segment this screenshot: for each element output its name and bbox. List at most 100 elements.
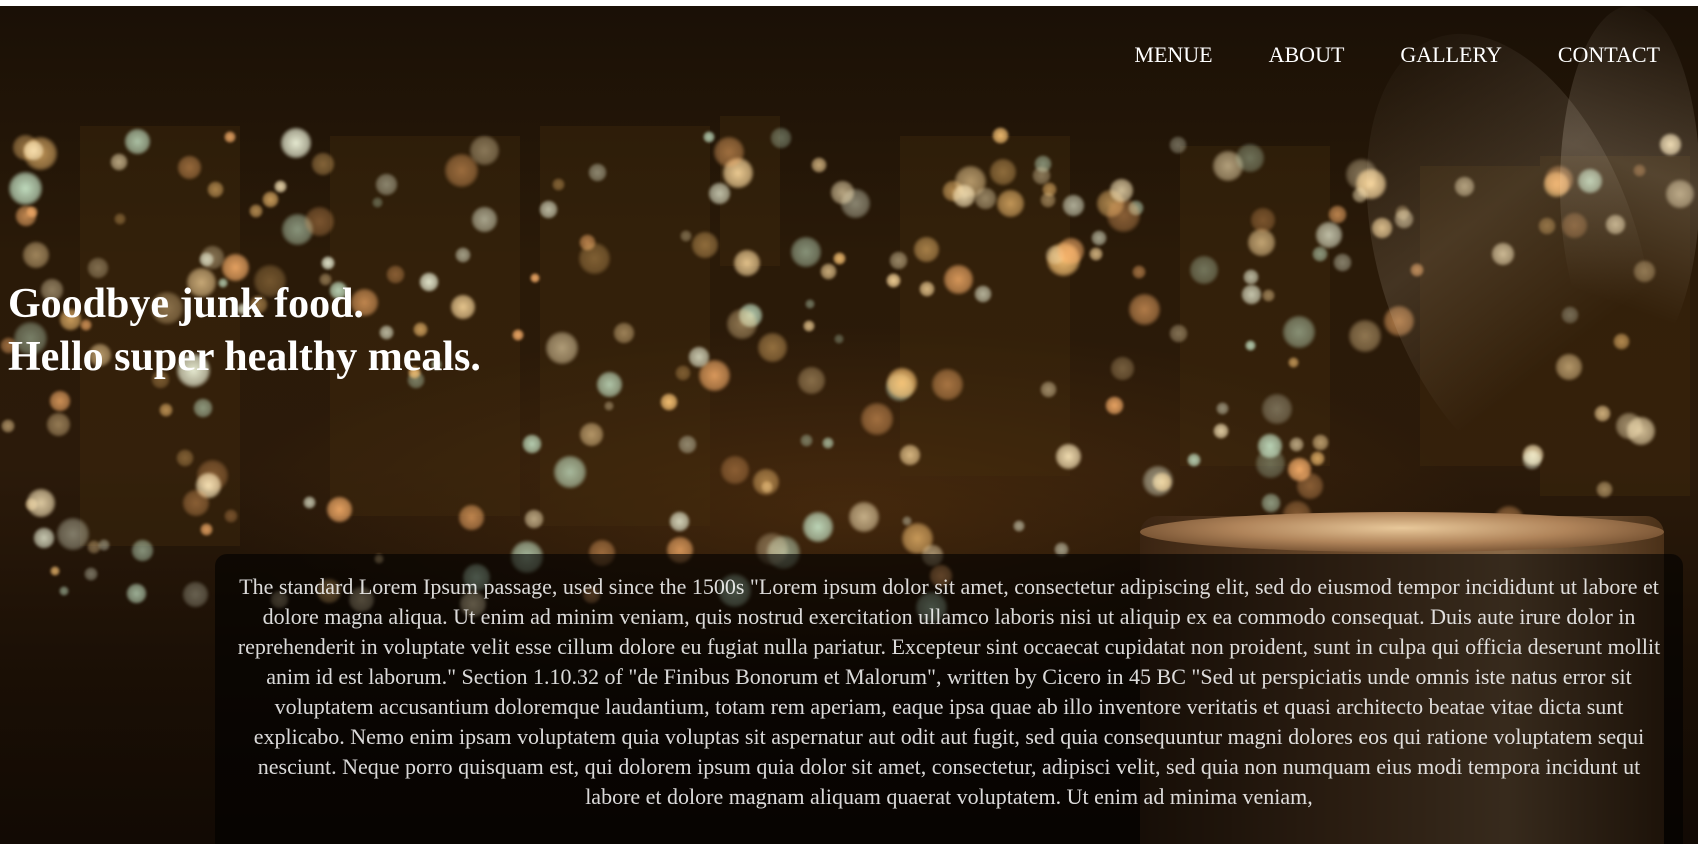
bokeh-light [1261,393,1293,425]
bokeh-light [304,206,335,237]
bokeh-light [996,189,1025,218]
bokeh-light [224,131,236,143]
bokeh-light [992,127,1009,144]
bokeh-light [87,257,109,279]
bokeh-light [512,329,524,341]
bokeh-light [713,136,745,168]
bokeh-light [375,173,398,196]
bokeh-light [159,403,173,417]
bokeh-light [539,200,558,219]
bokeh-light [50,566,60,576]
bokeh-light [207,181,224,198]
bokeh-light [1042,182,1057,197]
bokeh-light [56,517,90,551]
bokeh-light [1241,284,1262,305]
bokeh-light [1055,443,1082,470]
bokeh-light [1312,246,1328,262]
bokeh-light [974,285,992,303]
nav-link-menue[interactable]: MENUE [1134,42,1212,68]
bokeh-light [1091,230,1107,246]
bokeh-light [1045,245,1065,265]
bokeh-light [23,136,58,171]
bokeh-light [805,299,815,309]
bokeh-light [84,567,98,581]
bokeh-light [1032,166,1051,185]
bokeh-light [1250,207,1276,233]
bokeh-light [902,516,912,526]
bokeh-light [1261,493,1281,513]
bokeh-light [1062,194,1085,217]
bokeh-light [803,320,815,332]
nav-link-about[interactable]: ABOUT [1269,42,1345,68]
hero-heading-line-2: Hello super healthy meals. [8,334,481,380]
bokeh-light [840,188,871,219]
bokeh-light [1282,315,1316,349]
nav-link-contact[interactable]: CONTACT [1558,42,1660,68]
bokeh-light [1040,192,1056,208]
bokeh-light [919,281,935,297]
bokeh-light [98,539,110,551]
bokeh-light [1213,423,1229,439]
bokeh-light [1106,198,1141,233]
bokeh-light [1255,448,1286,479]
bokeh-light [23,140,44,161]
bokeh-light [1169,136,1187,154]
bokeh-light [1348,319,1382,353]
bokeh-light [660,393,678,411]
bokeh-light [469,135,500,166]
bokeh-light [830,180,855,205]
bokeh-light [46,412,71,437]
bokeh-light [1257,433,1283,459]
bokeh-light [1096,189,1125,218]
bokeh-light [524,509,544,529]
building-silhouette [720,116,780,266]
bokeh-light [579,234,596,251]
bokeh-light [372,197,383,208]
bokeh-light [1287,457,1312,482]
building-silhouette [900,136,1070,476]
bokeh-light [1040,381,1057,398]
bokeh-light [691,231,719,259]
bokeh-light [989,158,1017,186]
bokeh-light [761,481,773,493]
bokeh-light [1132,265,1146,279]
bokeh-light [886,273,901,288]
bokeh-light [321,256,335,270]
bokeh-light [1216,402,1229,415]
bokeh-light [1315,221,1343,249]
bokeh-light [274,180,287,193]
bokeh-light [444,153,479,188]
bokeh-light [720,455,750,485]
bokeh-light [889,251,908,270]
bokeh-light [553,455,587,489]
bokeh-light [262,191,279,208]
bokeh-light [1109,178,1134,203]
bokeh-light [1110,356,1135,381]
bokeh-light [1296,472,1324,500]
bokeh-light [943,264,974,295]
bokeh-light [1,419,15,433]
bokeh-light [578,242,611,275]
bokeh-light [834,334,844,344]
bokeh-light [522,434,542,454]
bokeh-light [952,184,976,208]
bokeh-light [114,213,126,225]
bokeh-light [752,468,780,496]
bokeh-light [1169,324,1188,343]
bokeh-light [1089,247,1103,261]
bokeh-light [280,127,312,159]
nav-link-gallery[interactable]: GALLERY [1400,42,1501,68]
bokeh-light [722,157,754,189]
bokeh-light [199,252,214,267]
bokeh-light [770,127,792,149]
bokeh-light [698,359,731,392]
bokeh-light [545,331,579,365]
hero-heading: Goodbye junk food. Hello super healthy m… [8,278,481,384]
bokeh-light [588,163,607,182]
bokeh-light [596,371,623,398]
bokeh-light [195,472,222,499]
bokeh-light [1333,253,1352,272]
bokeh-light [1189,255,1219,285]
building-silhouette [540,126,710,526]
bokeh-light [1288,357,1299,368]
